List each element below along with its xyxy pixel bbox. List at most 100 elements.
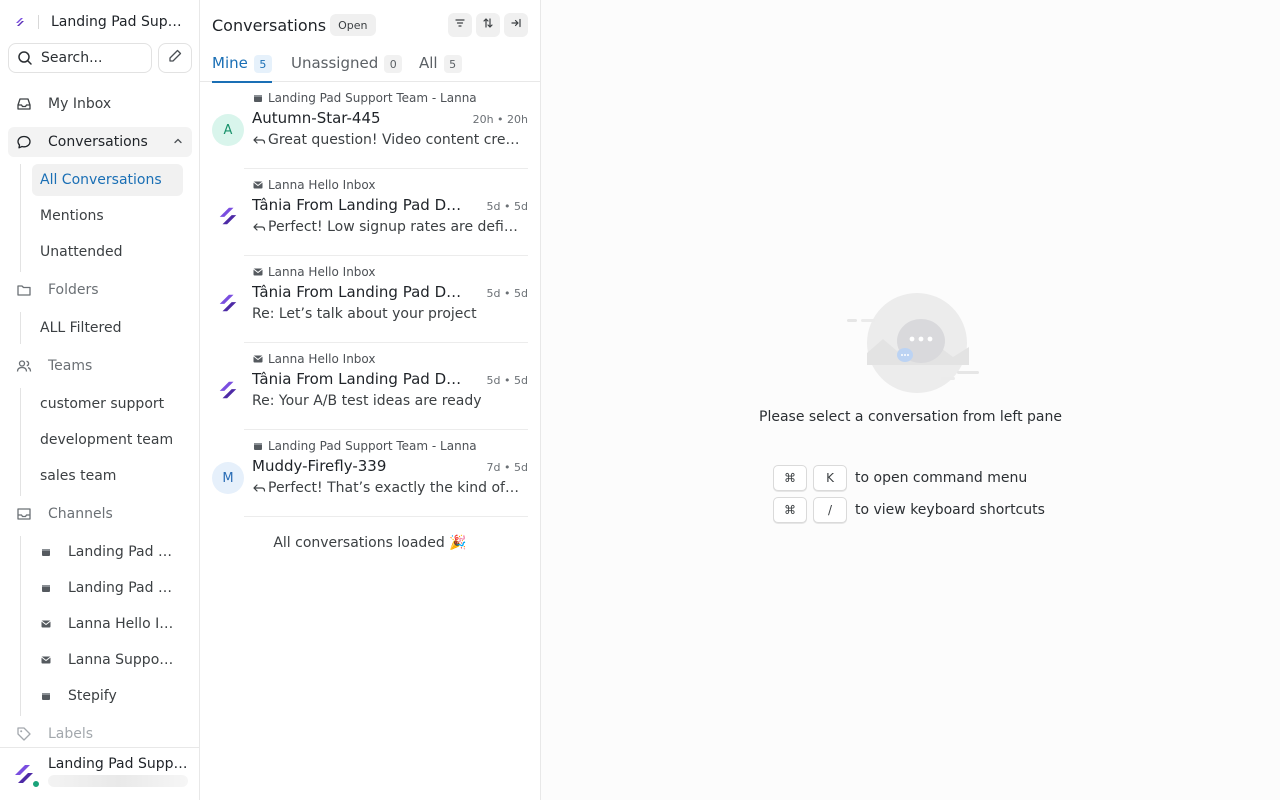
nav-unattended[interactable]: Unattended (32, 236, 183, 268)
last-message-preview: Great question! Video content creation i… (252, 132, 522, 148)
filter-button[interactable] (448, 13, 472, 37)
contact-avatar: M (212, 462, 244, 494)
nav-my-inbox-label: My Inbox (48, 96, 112, 112)
shortcut-label: to view keyboard shortcuts (855, 502, 1045, 518)
message-text: Re: Your A/B test ideas are ready (252, 393, 482, 409)
nav-channel-item[interactable]: Landing Pad Support (32, 536, 183, 568)
widget-channel-icon (252, 440, 264, 452)
nav-folder-all-filtered[interactable]: ALL Filtered (32, 312, 183, 344)
list-title: Conversations (212, 15, 327, 35)
nav-team-sales[interactable]: sales team (32, 460, 183, 492)
widget-channel-icon (40, 582, 52, 594)
sort-button[interactable] (476, 13, 500, 37)
widget-channel-icon (40, 690, 52, 702)
status-filter-badge[interactable]: Open (330, 14, 376, 36)
mail-icon (252, 179, 264, 191)
compose-button[interactable] (158, 43, 192, 73)
nav-conversations[interactable]: Conversations (8, 127, 192, 157)
contact-name: Tânia From Landing Pad Digital (252, 370, 462, 388)
tab-count-badge: 0 (384, 55, 403, 73)
contact-name: Autumn-Star-445 (252, 109, 381, 127)
shortcut-key: / (813, 497, 847, 523)
nav-channel-item[interactable]: Landing Pad Support (32, 572, 183, 604)
online-status-dot (31, 779, 41, 789)
empty-state-message: Please select a conversation from left p… (759, 409, 1062, 425)
nav-unattended-label: Unattended (40, 244, 123, 260)
folders-tree-line (20, 312, 21, 344)
nav-labels-label: Labels (48, 726, 94, 742)
nav-mentions-label: Mentions (40, 208, 104, 224)
account-menu[interactable]: Landing Pad Support (0, 747, 199, 800)
conversation-card[interactable]: Lanna Hello Inbox Tânia From Landing Pad… (200, 343, 540, 430)
message-text: Great question! Video content creation i… (268, 132, 522, 148)
tab-unassigned[interactable]: Unassigned 0 (291, 50, 403, 82)
contact-avatar-logo-icon (212, 374, 244, 406)
reply-arrow-icon (252, 133, 268, 147)
account-name: Landing Pad Support (48, 756, 192, 772)
mail-icon (252, 353, 264, 365)
inbox-name: Lanna Hello Inbox (268, 352, 376, 366)
row-divider (244, 516, 528, 517)
tab-mine[interactable]: Mine 5 (212, 50, 272, 83)
folder-icon (16, 282, 32, 298)
conversation-time: 5d • 5d (486, 200, 528, 213)
empty-chat-illustration-icon (845, 291, 979, 397)
widget-channel-icon (40, 546, 52, 558)
conversation-card[interactable]: Lanna Hello Inbox Tânia From Landing Pad… (200, 169, 540, 256)
search-button[interactable]: Search... (8, 43, 152, 73)
account-email-blurred (48, 775, 188, 787)
search-label: Search... (41, 50, 103, 66)
inbox-name: Landing Pad Support Team - Lanna (268, 439, 477, 453)
conversation-card[interactable]: Lanna Hello Inbox Tânia From Landing Pad… (200, 256, 540, 343)
list-end-message: All conversations loaded 🎉 (273, 535, 467, 551)
nav-channel-item[interactable]: Lanna Hello Inbox (32, 608, 183, 640)
account-switcher[interactable]: Landing Pad Support (12, 11, 196, 33)
arrow-to-right-icon (510, 17, 522, 33)
nav-teams[interactable]: Teams (8, 351, 192, 381)
chevron-up-icon[interactable] (172, 135, 184, 151)
mail-icon (252, 266, 264, 278)
message-text: Re: Let’s talk about your project (252, 306, 477, 322)
brand-name: Landing Pad Support (51, 14, 187, 30)
conversation-inbox: Lanna Hello Inbox (252, 265, 375, 279)
nav-channels[interactable]: Channels (8, 499, 192, 529)
nav-all-conversations[interactable]: All Conversations (32, 164, 183, 196)
shortcut-label: to open command menu (855, 470, 1028, 486)
shortcut-key: K (813, 465, 847, 491)
tab-all[interactable]: All 5 (419, 50, 462, 82)
conversation-inbox: Lanna Hello Inbox (252, 352, 375, 366)
compose-icon (167, 48, 183, 68)
conversation-time: 5d • 5d (486, 287, 528, 300)
nav-folder-label: ALL Filtered (40, 320, 122, 336)
inbox-name: Landing Pad Support Team - Lanna (268, 91, 477, 105)
nav-channel-item[interactable]: Stepify (32, 680, 183, 712)
contact-name: Muddy-Firefly-339 (252, 457, 387, 475)
assignee-tabs: Mine 5 Unassigned 0 All 5 (200, 50, 540, 83)
sort-icon (482, 17, 494, 33)
nav-channel-label: Landing Pad Support (68, 544, 174, 560)
conversation-card[interactable]: M Landing Pad Support Team - Lanna Muddy… (200, 430, 540, 517)
last-message-preview: Re: Your A/B test ideas are ready (252, 393, 522, 409)
conversation-inbox: Lanna Hello Inbox (252, 178, 375, 192)
command-key-icon: ⌘ (773, 497, 807, 523)
contact-name: Tânia From Landing Pad Digital (252, 283, 462, 301)
nav-folders[interactable]: Folders (8, 275, 192, 305)
nav-my-inbox[interactable]: My Inbox (8, 89, 192, 119)
contact-avatar-logo-icon (212, 200, 244, 232)
contact-name: Tânia From Landing Pad Digital (252, 196, 462, 214)
nav-channel-label: Landing Pad Support (68, 580, 174, 596)
filter-icon (454, 17, 466, 33)
conversation-time: 7d • 5d (486, 461, 528, 474)
brand-logo-icon (12, 14, 28, 30)
conversation-card[interactable]: A Landing Pad Support Team - Lanna Autum… (200, 82, 540, 169)
widget-channel-icon (252, 92, 264, 104)
nav-team-development[interactable]: development team (32, 424, 183, 456)
teams-tree-line (20, 388, 21, 496)
nav-labels[interactable]: Labels (8, 719, 192, 749)
nav-channel-item[interactable]: Lanna Support Inbox (32, 644, 183, 676)
nav-team-customer-support[interactable]: customer support (32, 388, 183, 420)
tag-icon (16, 726, 32, 742)
collapse-panel-button[interactable] (504, 13, 528, 37)
nav-mentions[interactable]: Mentions (32, 200, 183, 232)
mail-icon (40, 654, 52, 666)
